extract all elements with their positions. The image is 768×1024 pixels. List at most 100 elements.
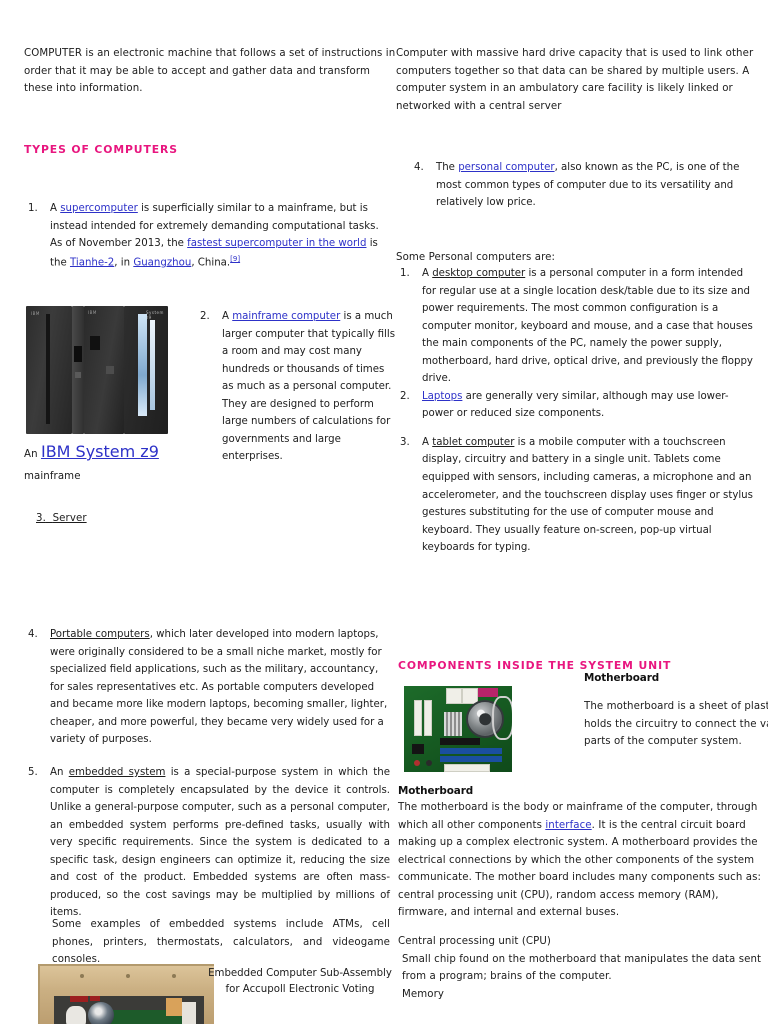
link-tianhe-2[interactable]: Tianhe-2 [70, 257, 114, 268]
text-segment: A [422, 268, 433, 279]
cabinet-indicator [106, 366, 114, 374]
motherboard-subheading: Motherboard [584, 672, 660, 684]
types-list-item-2: 2. A mainframe computer is a much larger … [196, 308, 396, 466]
chipset-chip [412, 744, 424, 754]
text-segment: , which later developed into modern lapt… [50, 629, 388, 746]
list-item: 2. A mainframe computer is a much larger … [196, 308, 396, 466]
motherboard-section-heading: Motherboard [398, 785, 474, 797]
chassis-interior [54, 996, 204, 1024]
personal-computers-lead-in: Some Personal computers are: [396, 249, 768, 267]
page-title-components: COMPONENTS INSIDE THE SYSTEM UNIT [398, 659, 672, 672]
text-segment: mainframe [24, 470, 81, 482]
personal-computers-list: 1. A desktop computer is a personal compu… [396, 265, 754, 557]
connector-header [440, 738, 480, 745]
capacitor [414, 760, 420, 766]
list-number: 4. [414, 162, 424, 173]
parallel-port [478, 688, 498, 697]
text-segment: is a personal computer in a form intende… [422, 268, 753, 385]
heatsink [444, 712, 462, 736]
mainframe-cabinet-center [72, 306, 84, 434]
ibm-logo-icon: IBM [31, 311, 40, 316]
list-item: 2. Laptops are generally very similar, al… [396, 388, 754, 423]
types-list-item-3: 3. Server [36, 506, 87, 528]
list-item: 5. An embedded system is a special-purpos… [24, 764, 390, 922]
text-segment: The [436, 162, 459, 173]
red-wire [90, 996, 100, 1001]
link-tablet-computer[interactable]: tablet computer [432, 437, 514, 448]
text-segment: An [50, 767, 69, 778]
cable-bundle [66, 1006, 86, 1024]
text-segment: A [222, 311, 233, 322]
expansion-slot [424, 700, 432, 736]
cabinet-panel [90, 336, 100, 350]
memory-slot [440, 748, 502, 754]
text-segment: A [422, 436, 433, 448]
components-heading-block: COMPONENTS INSIDE THE SYSTEM UNIT [398, 659, 671, 672]
list-item: 4. The personal computer, also known as t… [410, 159, 750, 212]
lead-in-text: Some Personal computers are: [396, 252, 556, 263]
capacitor [426, 760, 432, 766]
screw-icon [126, 974, 130, 978]
caption-line-2: for Accupoll Electronic Voting [225, 984, 375, 996]
ribbon-cable [166, 998, 182, 1016]
list-number: 5. [28, 767, 38, 778]
link-personal-computer[interactable]: personal computer [458, 162, 554, 173]
cpu-fan-icon [88, 1002, 114, 1024]
types-of-computers-heading-block: TYPES OF COMPUTERS [24, 143, 396, 156]
citation-reference-9[interactable]: [9] [230, 255, 240, 263]
text-segment: is a much larger computer that typically… [222, 311, 396, 463]
link-supercomputer[interactable]: supercomputer [60, 203, 138, 214]
link-guangzhou[interactable]: Guangzhou [133, 257, 191, 268]
link-ibm-system-z9[interactable]: IBM System z9 [41, 442, 159, 461]
list-number: 1. [400, 268, 410, 279]
ibm-logo-icon: IBM [88, 310, 97, 315]
intro-right-paragraph: Computer with massive hard drive capacit… [396, 48, 754, 112]
document-page: COMPUTER is an electronic machine that f… [0, 0, 768, 1024]
link-embedded-system[interactable]: embedded system [69, 767, 166, 778]
motherboard-photo [404, 686, 512, 772]
types-list-item-1: 1. A supercomputer is superficially simil… [24, 200, 384, 272]
cabinet-seam [46, 314, 50, 424]
intro-right-block: Computer with massive hard drive capacit… [396, 45, 768, 115]
mainframe-cabinet-middle: IBM [84, 306, 124, 434]
cabinet-light-strip [138, 314, 147, 416]
types-list-item-4-left: 4. Portable computers, which later develo… [24, 626, 390, 749]
cabinet-light-strip-inner [150, 320, 155, 410]
text-segment: is a mobile computer with a touchscreen … [422, 436, 753, 554]
list-number: 2. [200, 311, 210, 322]
cable [492, 696, 512, 740]
motherboard-body-paragraph: The motherboard is the body or mainframe… [398, 799, 762, 922]
ide-connector [444, 764, 490, 772]
motherboard-photo-description: Motherboard The motherboard is a sheet o… [584, 672, 768, 751]
text-segment: is a special-purpose system in which the… [50, 767, 390, 919]
list-item: 1. A supercomputer is superficially simil… [24, 200, 384, 272]
mainframe-cabinet-left: IBM [26, 306, 72, 434]
red-wire [70, 996, 88, 1002]
link-interface[interactable]: interface [545, 820, 591, 831]
memory-slot [440, 756, 502, 762]
link-fastest-supercomputer[interactable]: fastest supercomputer in the world [187, 238, 366, 249]
cabinet-panel [74, 346, 82, 362]
cpu-heading: Central processing unit (CPU) [398, 936, 552, 947]
link-portable-computers[interactable]: Portable computers [50, 629, 150, 640]
intro-left-paragraph: COMPUTER is an electronic machine that f… [24, 48, 396, 95]
embedded-photo-caption: Embedded Computer Sub-Assembly for Accup… [170, 966, 430, 999]
text-segment: , in [114, 257, 134, 269]
list-number: 4. [28, 629, 38, 640]
list-number: 3. [400, 436, 410, 448]
list-number: 3. [36, 513, 46, 524]
link-desktop-computer[interactable]: desktop computer [432, 268, 525, 279]
memory-heading: Memory [402, 988, 445, 1000]
link-mainframe-computer[interactable]: mainframe computer [232, 311, 340, 322]
motherboard-section: Motherboard The motherboard is the body … [398, 785, 762, 922]
cabinet-indicator [75, 372, 81, 378]
list-number: 2. [400, 390, 410, 402]
cpu-body-text: Small chip found on the motherboard that… [402, 953, 762, 983]
server-label: Server [52, 513, 87, 524]
text-segment: , China. [191, 257, 231, 269]
model-label-icon: System z9 [146, 310, 164, 320]
text-segment: A [50, 203, 61, 214]
link-laptops[interactable]: Laptops [422, 391, 462, 402]
ibm-mainframe-photo: IBM IBM System z9 [20, 300, 176, 438]
list-number: 1. [28, 203, 38, 214]
